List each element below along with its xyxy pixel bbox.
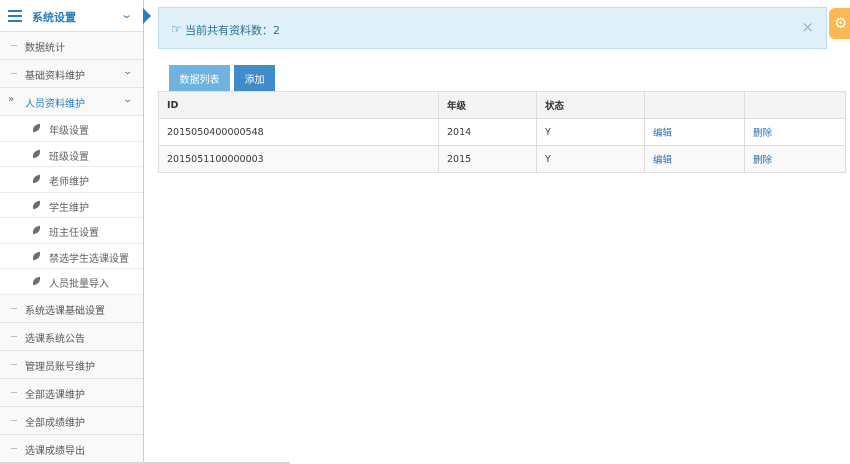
settings-toggle-button[interactable]: ⚙ <box>829 8 850 39</box>
sidebar-header-title: 系统设置 <box>32 11 76 24</box>
delete-link[interactable]: 删除 <box>753 155 772 166</box>
close-icon[interactable]: × <box>801 18 814 36</box>
double-angle-right-icon: » <box>8 94 15 105</box>
column-header-delete <box>744 91 846 119</box>
cell-status: Y <box>536 118 645 146</box>
sidebar-item-label: 系统选课基础设置 <box>25 305 105 317</box>
sidebar-subitem-label: 人员批量导入 <box>49 279 109 290</box>
cell-delete: 删除 <box>744 118 846 146</box>
table-row: 2015050400000548 2014 Y 编辑 删除 <box>158 118 846 146</box>
sidebar-item-label: 全部成绩维护 <box>25 417 85 429</box>
sidebar-subitem-label: 禁选学生选课设置 <box>49 253 129 265</box>
cell-status: Y <box>536 145 645 173</box>
sidebar-item-admin-accounts[interactable]: 管理员账号维护 <box>0 350 143 379</box>
sidebar-subitem-student[interactable]: 学生维护 <box>0 192 143 218</box>
leaf-icon <box>31 225 42 235</box>
sidebar-item-label: 选课成绩导出 <box>25 445 85 457</box>
sidebar-subitem-label: 班级设置 <box>49 151 89 163</box>
column-header-edit <box>644 91 745 119</box>
sidebar-item-basic-data[interactable]: 基础资料维护 ⌄ <box>0 60 143 88</box>
sidebar-item-label: 管理员账号维护 <box>25 361 95 373</box>
data-table: ID 年级 状态 2015050400000548 2014 Y 编辑 删除 2… <box>158 91 846 173</box>
sidebar-item-label: 基础资料维护 <box>25 71 85 82</box>
chevron-down-icon: ⌄ <box>122 95 134 105</box>
sidebar-item-label: 选课系统公告 <box>25 333 85 345</box>
gear-icon: ⚙ <box>834 14 848 32</box>
delete-link[interactable]: 删除 <box>753 128 772 139</box>
sidebar-subitem-teacher[interactable]: 老师维护 <box>0 167 143 193</box>
sidebar-subitem-label: 老师维护 <box>49 177 89 188</box>
column-header-status[interactable]: 状态 <box>536 91 645 119</box>
cell-edit: 编辑 <box>644 145 745 173</box>
cell-grade: 2014 <box>438 118 537 146</box>
leaf-icon <box>31 149 42 158</box>
info-alert: ☞ 当前共有资料数：2 × <box>158 7 827 49</box>
sidebar-item-statistics[interactable]: 数据统计 <box>0 32 143 60</box>
sidebar-item-label: 全部选课维护 <box>25 389 85 401</box>
cell-delete: 删除 <box>744 145 846 173</box>
leaf-icon <box>31 200 42 209</box>
chevron-down-icon: ⌄ <box>122 67 134 77</box>
add-button[interactable]: 添加 <box>234 65 275 91</box>
cell-id: 2015051100000003 <box>158 145 439 173</box>
table-row: 2015051100000003 2015 Y 编辑 删除 <box>158 145 846 173</box>
sidebar-item-personnel[interactable]: » 人员资料维护 ⌄ <box>0 88 143 116</box>
sidebar-item-label: 数据统计 <box>25 43 65 54</box>
leaf-icon <box>31 276 42 286</box>
edit-link[interactable]: 编辑 <box>653 155 672 166</box>
sidebar-item-all-grades[interactable]: 全部成绩维护 <box>0 406 143 435</box>
sidebar-subitem-label: 学生维护 <box>49 202 89 214</box>
hand-pointer-icon: ☞ <box>171 22 182 36</box>
list-icon <box>8 10 22 22</box>
sidebar: 系统设置 ⌄ 数据统计 基础资料维护 ⌄ » 人员资料维护 ⌄ 年级设置 班级设… <box>0 0 151 464</box>
edit-link[interactable]: 编辑 <box>653 128 672 139</box>
cell-edit: 编辑 <box>644 118 745 146</box>
sidebar-header[interactable]: 系统设置 ⌄ <box>0 0 151 32</box>
sidebar-subitem-class[interactable]: 班级设置 <box>0 141 143 167</box>
cell-grade: 2015 <box>438 145 537 173</box>
sidebar-item-announcements[interactable]: 选课系统公告 <box>0 322 143 351</box>
sidebar-subitem-batch-import[interactable]: 人员批量导入 <box>0 269 143 295</box>
sidebar-subitem-banned-students[interactable]: 禁选学生选课设置 <box>0 243 143 269</box>
leaf-icon <box>31 123 42 133</box>
cell-id: 2015050400000548 <box>158 118 439 146</box>
alert-text: 当前共有资料数：2 <box>185 24 280 37</box>
sidebar-item-label: 人员资料维护 <box>25 99 85 110</box>
sidebar-subitem-grade[interactable]: 年级设置 <box>0 116 143 142</box>
sidebar-subitem-head-teacher[interactable]: 班主任设置 <box>0 218 143 244</box>
leaf-icon <box>31 174 42 184</box>
active-pointer-icon <box>143 8 151 24</box>
column-header-id[interactable]: ID <box>158 91 439 119</box>
sidebar-subitem-label: 班主任设置 <box>49 228 99 239</box>
sidebar-item-export-grades[interactable]: 选课成绩导出 <box>0 434 143 463</box>
sidebar-item-all-courses[interactable]: 全部选课维护 <box>0 378 143 407</box>
leaf-icon <box>31 251 42 260</box>
chevron-down-icon: ⌄ <box>120 8 134 21</box>
table-header-row: ID 年级 状态 <box>158 91 846 119</box>
column-header-grade[interactable]: 年级 <box>438 91 537 119</box>
sidebar-subitem-label: 年级设置 <box>49 126 89 137</box>
sidebar-item-course-settings[interactable]: 系统选课基础设置 <box>0 294 143 323</box>
data-list-button[interactable]: 数据列表 <box>169 65 230 91</box>
